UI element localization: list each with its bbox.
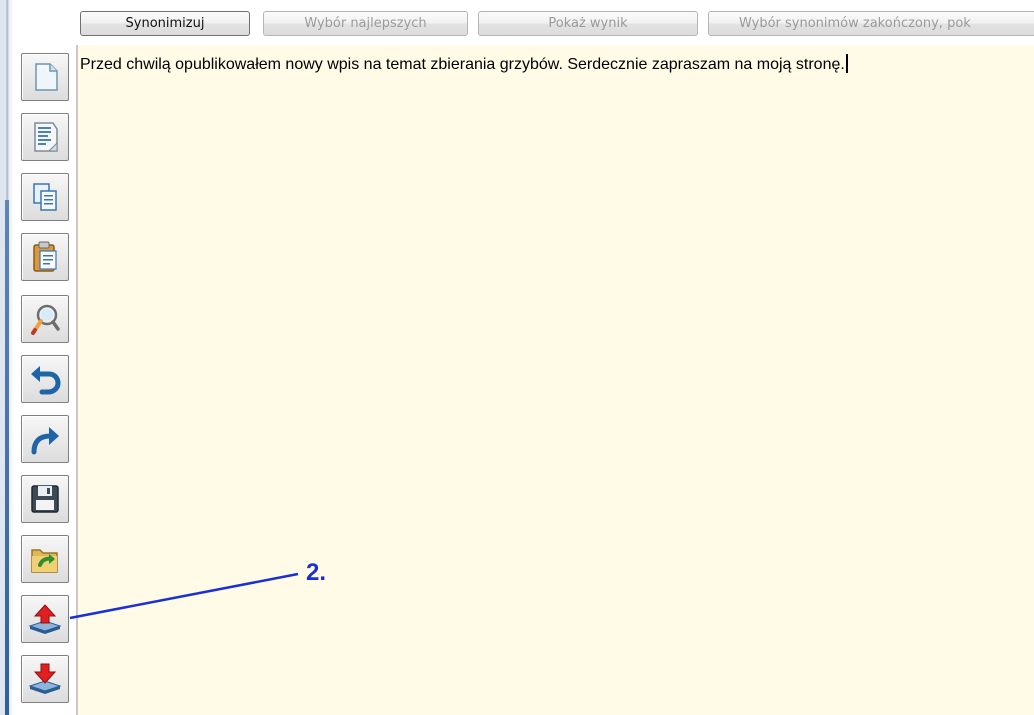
- annotation-pointer: [69, 572, 299, 620]
- annotation-line: [69, 572, 299, 620]
- annotation-label: 2.: [306, 559, 327, 586]
